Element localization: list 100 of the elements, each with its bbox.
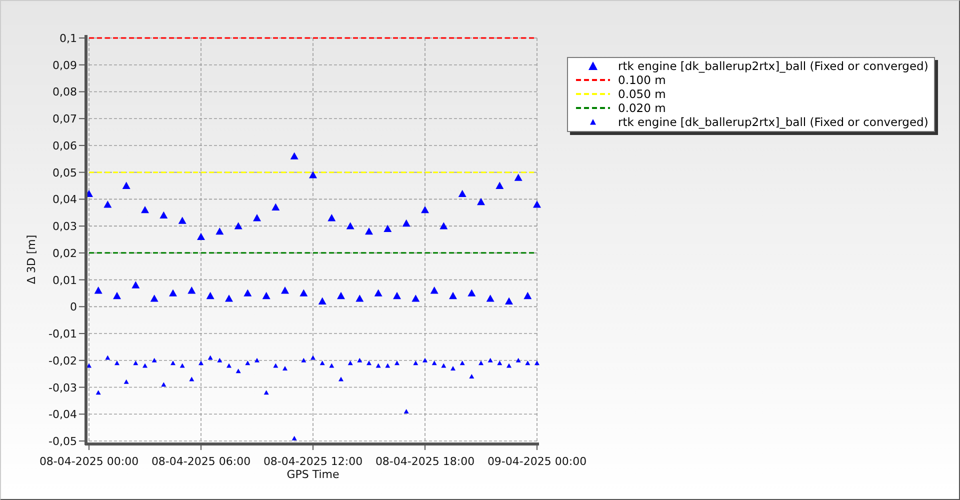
data-point <box>160 211 168 219</box>
data-point <box>404 408 409 414</box>
data-point <box>430 286 438 294</box>
data-point <box>450 366 456 370</box>
data-point <box>468 289 476 296</box>
data-point <box>281 286 289 294</box>
data-point <box>506 363 512 368</box>
data-point <box>337 292 345 300</box>
legend-label: 0.020 m <box>618 101 666 115</box>
data-point <box>273 363 278 368</box>
data-point <box>374 289 382 296</box>
data-point <box>477 198 485 206</box>
y-tick-label: 0 <box>70 300 77 314</box>
legend-label: 0.050 m <box>618 87 666 101</box>
data-point <box>310 355 316 360</box>
triangle-icon <box>588 62 598 70</box>
data-point <box>432 360 437 366</box>
x-tick-label: 09-04-2025 00:00 <box>487 455 587 468</box>
y-tick-label: 0,01 <box>52 274 77 287</box>
data-point <box>178 216 186 224</box>
data-point <box>460 360 465 366</box>
data-point <box>440 222 448 230</box>
data-point <box>478 360 484 366</box>
data-point <box>142 363 148 368</box>
data-point <box>94 286 102 294</box>
data-point <box>496 182 504 189</box>
data-point <box>365 227 373 235</box>
data-point <box>534 360 540 366</box>
triangle-icon <box>590 119 596 125</box>
data-point <box>170 360 176 366</box>
data-point <box>505 297 513 304</box>
data-point <box>412 294 420 302</box>
y-tick-label: 0,02 <box>52 246 77 260</box>
data-point <box>441 363 446 368</box>
data-point <box>402 219 410 227</box>
data-point <box>329 363 334 368</box>
data-point <box>85 190 93 198</box>
y-tick-label: 0,03 <box>52 220 77 234</box>
data-point <box>262 292 270 300</box>
data-point <box>86 363 92 368</box>
data-point <box>150 294 158 302</box>
data-point <box>133 360 138 366</box>
data-point <box>253 214 261 222</box>
data-point <box>208 355 213 360</box>
data-point <box>514 174 522 181</box>
data-point <box>245 360 250 366</box>
data-point <box>188 286 196 294</box>
data-point <box>338 376 344 382</box>
x-tick-label: 08-04-2025 18:00 <box>375 455 475 468</box>
x-axis-title: GPS Time <box>286 468 340 481</box>
data-point <box>114 360 120 366</box>
data-point <box>356 294 364 302</box>
data-point <box>105 355 110 360</box>
legend-label: rtk engine [dk_ballerup2rtx]_ball (Fixed or converged) <box>618 59 928 73</box>
y-axis-title: Δ 3D [m] <box>25 234 38 284</box>
data-point <box>216 227 224 235</box>
data-point <box>141 206 149 214</box>
data-point <box>152 358 157 362</box>
x-tick-label: 08-04-2025 06:00 <box>151 455 251 468</box>
data-point <box>197 232 205 240</box>
data-point <box>122 182 130 189</box>
data-point <box>376 363 381 368</box>
data-point <box>104 200 112 208</box>
data-point <box>357 358 362 362</box>
data-point <box>198 360 204 366</box>
data-point <box>385 363 390 368</box>
data-point <box>346 222 354 230</box>
data-point <box>234 222 242 230</box>
data-point <box>533 200 541 208</box>
data-point <box>525 360 530 366</box>
data-point <box>469 374 474 379</box>
data-point <box>309 171 317 178</box>
data-point <box>113 292 121 300</box>
data-point <box>497 360 502 366</box>
legend-label: 0.100 m <box>618 73 666 87</box>
y-tick-label: 0,08 <box>52 86 77 99</box>
y-tick-label: 0,1 <box>60 32 77 45</box>
data-point <box>272 203 280 210</box>
y-tick-label: -0,03 <box>48 381 77 394</box>
data-point <box>486 294 494 302</box>
data-point <box>318 297 326 304</box>
data-point <box>96 390 101 395</box>
y-tick-label: -0,04 <box>48 408 77 422</box>
x-tick-label: 08-04-2025 12:00 <box>263 455 363 468</box>
data-point <box>422 358 428 362</box>
data-point <box>393 292 401 300</box>
y-tick-label: -0,05 <box>48 435 77 448</box>
data-point <box>189 376 194 382</box>
data-point <box>458 190 466 198</box>
data-point <box>217 358 222 362</box>
data-point <box>421 206 429 214</box>
data-point <box>290 152 298 160</box>
data-point <box>124 379 129 384</box>
data-point <box>488 358 493 362</box>
data-point <box>300 289 308 296</box>
y-tick-label: -0,02 <box>48 354 77 368</box>
data-point <box>413 360 418 366</box>
data-point <box>328 214 336 222</box>
data-point <box>226 363 232 368</box>
data-point <box>292 436 297 440</box>
